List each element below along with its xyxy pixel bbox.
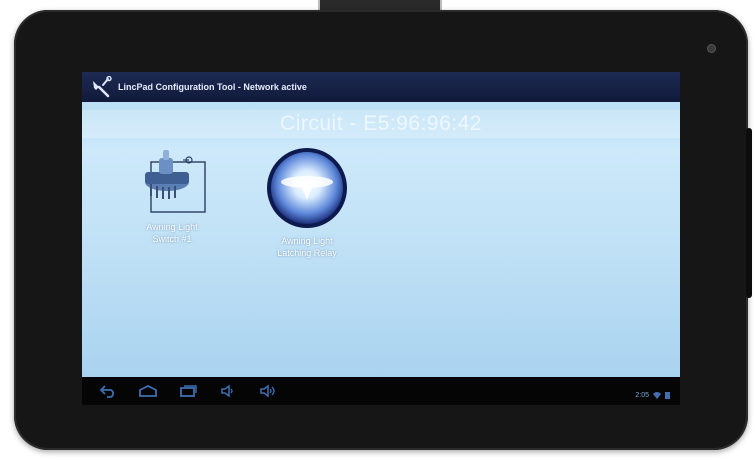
status-clock: 2:05 <box>635 391 649 399</box>
volume-down-icon[interactable] <box>214 380 242 402</box>
volume-up-icon[interactable] <box>254 380 282 402</box>
device-label-line1: Awning Light <box>281 236 333 246</box>
relay-icon <box>262 148 352 234</box>
wrench-screwdriver-icon[interactable] <box>88 74 114 100</box>
device-relay[interactable]: Awning Light Latching Relay <box>247 146 367 259</box>
tablet-side-edge <box>746 128 752 298</box>
status-area: 2:05 <box>635 386 670 404</box>
circuit-title: Circuit - E5:96:96:42 <box>280 112 482 135</box>
device-label-line2: Latching Relay <box>277 248 337 258</box>
home-icon[interactable] <box>134 380 162 402</box>
device-label-line1: Awning Light <box>146 222 198 232</box>
recent-apps-icon[interactable] <box>174 380 202 402</box>
switch-icon <box>131 150 213 220</box>
camera-icon <box>707 44 716 53</box>
circuit-content: Circuit - E5:96:96:42 Awning Light Switc… <box>82 102 680 377</box>
circuit-header: Circuit - E5:96:96:42 <box>82 110 680 138</box>
app-title: LincPad Configuration Tool - Network act… <box>118 82 307 92</box>
device-label-line2: Switch #1 <box>152 234 192 244</box>
battery-icon <box>665 386 670 404</box>
device-switch[interactable]: Awning Light Switch #1 <box>112 148 232 245</box>
app-title-bar: LincPad Configuration Tool - Network act… <box>82 72 680 102</box>
back-icon[interactable] <box>94 380 122 402</box>
tablet-screen: LincPad Configuration Tool - Network act… <box>82 72 680 405</box>
wifi-icon <box>653 386 661 404</box>
android-navigation-bar: 2:05 <box>82 377 680 405</box>
